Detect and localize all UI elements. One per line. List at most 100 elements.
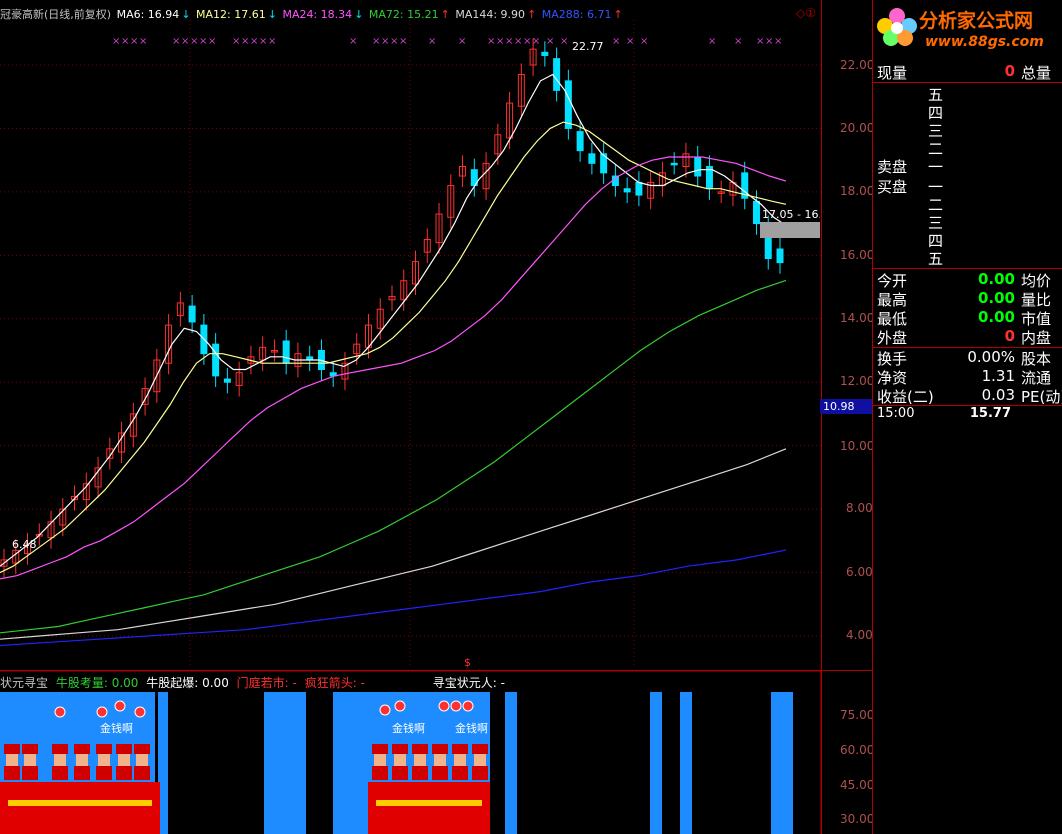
signal-x-icon: × [208,36,216,47]
price-tick: 14.00 [840,311,875,325]
row-value: 0.00 [977,270,1015,288]
quote-row: 最低 0.00 市值 [873,308,1062,328]
treasure-stripe [376,800,482,806]
signal-bar [264,692,306,834]
tick-price: 15.77 [969,406,1011,421]
figure-face-icon [474,754,486,766]
legend-ma72: MA72: 15.21 [368,8,439,21]
candle-body [553,58,561,91]
ask-level: 一 [928,158,944,176]
price-tick: 8.00 [846,501,873,515]
figure-face-icon [98,754,110,766]
subchart-item: 疯狂箭头: - [304,676,365,690]
figure-body-icon [472,766,488,780]
signal-x-icon: × [458,36,466,47]
signal-x-icon: × [139,36,147,47]
signal-x-icon: × [232,36,240,47]
ma-line-ma12 [0,121,787,574]
candle-body [564,80,572,129]
candle-body [588,153,596,164]
subchart-item: 门庭若市: - [236,676,297,690]
figure-body-icon [4,766,20,780]
total-volume-label: 总量 [1021,64,1052,82]
candle-body [694,156,702,177]
figure-hat-icon [472,744,488,754]
signal-x-icon: × [756,36,764,47]
row-value: 0.00 [977,289,1015,307]
treasure-box [0,782,160,834]
legend-title: 冠豪高新(日线,前复权) [0,8,112,21]
signal-x-icon: × [560,36,568,47]
row-right-label: 均价 [1021,272,1052,290]
price-tick: 16.00 [840,248,875,262]
row-label: 最高 [877,291,908,309]
figure-hat-icon [372,744,388,754]
signal-bar [650,692,662,834]
tick-row[interactable]: 15:00 15.77 [873,406,1062,425]
bid-level: 五 [928,250,944,268]
signal-x-icon: × [190,36,198,47]
figure-hat-icon [22,744,38,754]
corner-icon[interactable]: ◇① [796,6,816,20]
figure-face-icon [54,754,66,766]
row-label: 最低 [877,310,908,328]
figure-body-icon [452,766,468,780]
sub-tick: 60.00 [840,743,875,757]
row-label: 外盘 [877,329,908,347]
subchart-legend: 状元寻宝 牛股考量: 0.00 牛股起爆: 0.00 门庭若市: - 疯狂箭头:… [0,674,509,691]
money-text: 金钱啊 [455,722,488,735]
candle-body [188,305,196,323]
site-logo[interactable]: 分析家公式网 www.88gs.com [873,0,1062,58]
figure-face-icon [434,754,446,766]
signal-x-icon: × [372,36,380,47]
signal-x-icon: × [487,36,495,47]
price-tick: 4.00 [846,628,873,642]
arrow-down-icon: ↓ [181,8,191,21]
quote-row: 今开 0.00 均价 [873,270,1062,290]
row-value: 1.31 [981,367,1015,385]
candle-body [623,188,631,193]
treasure-stripe [8,800,152,806]
row-label: 换手 [877,350,908,368]
legend-ma288: MA288: 6.71 [541,8,612,21]
legend-ma24: MA24: 18.34 [282,8,353,21]
signal-x-icon: × [399,36,407,47]
legend-ma6: MA6: 16.94 [116,8,180,21]
range-label: 17.05 - 16. [762,208,820,221]
kline-chart[interactable]: × × × × × × × × × × × × × × × × × × × × × × × × × × × × × × × × × × × × × [0,0,872,834]
quote-row: 最高 0.00 量比 [873,289,1062,309]
row-value: 0.00% [967,348,1015,366]
sell-label: 卖盘 [877,158,908,176]
red-ball-icon [379,704,391,716]
subchart-item: 牛股考量: 0.00 [55,676,139,690]
figure-body-icon [432,766,448,780]
tick-time: 15:00 [877,406,915,421]
figure-face-icon [414,754,426,766]
price-tick: 18.00 [840,184,875,198]
buy-label: 买盘 [877,178,908,196]
figure-face-icon [136,754,148,766]
row-value: 0.00 [977,308,1015,326]
arrow-up-icon: ↑ [613,8,623,21]
row-right-label: 流通 [1021,369,1052,387]
figure-body-icon [116,766,132,780]
high-annotation: 22.77 [572,40,604,53]
row-right-label: 市值 [1021,310,1052,328]
legend-ma144: MA144: 9.90 [455,8,526,21]
candle-body [223,378,231,383]
signal-x-icon: × [349,36,357,47]
arrow-down-icon: ↓ [354,8,364,21]
signal-bar [771,692,793,834]
signal-x-icon: × [268,36,276,47]
row-right-label: PE(动) [1021,388,1062,406]
candle-body [670,162,678,166]
arrow-up-icon: ↑ [527,8,537,21]
sub-tick: 75.00 [840,708,875,722]
flower-logo-icon [877,8,917,46]
signal-x-icon: × [112,36,120,47]
ma-line-ma288 [0,549,787,647]
treasure-box [368,782,490,834]
dollar-marker: $ [464,656,471,669]
logo-text: 分析家公式网 [919,10,1034,32]
figure-body-icon [372,766,388,780]
